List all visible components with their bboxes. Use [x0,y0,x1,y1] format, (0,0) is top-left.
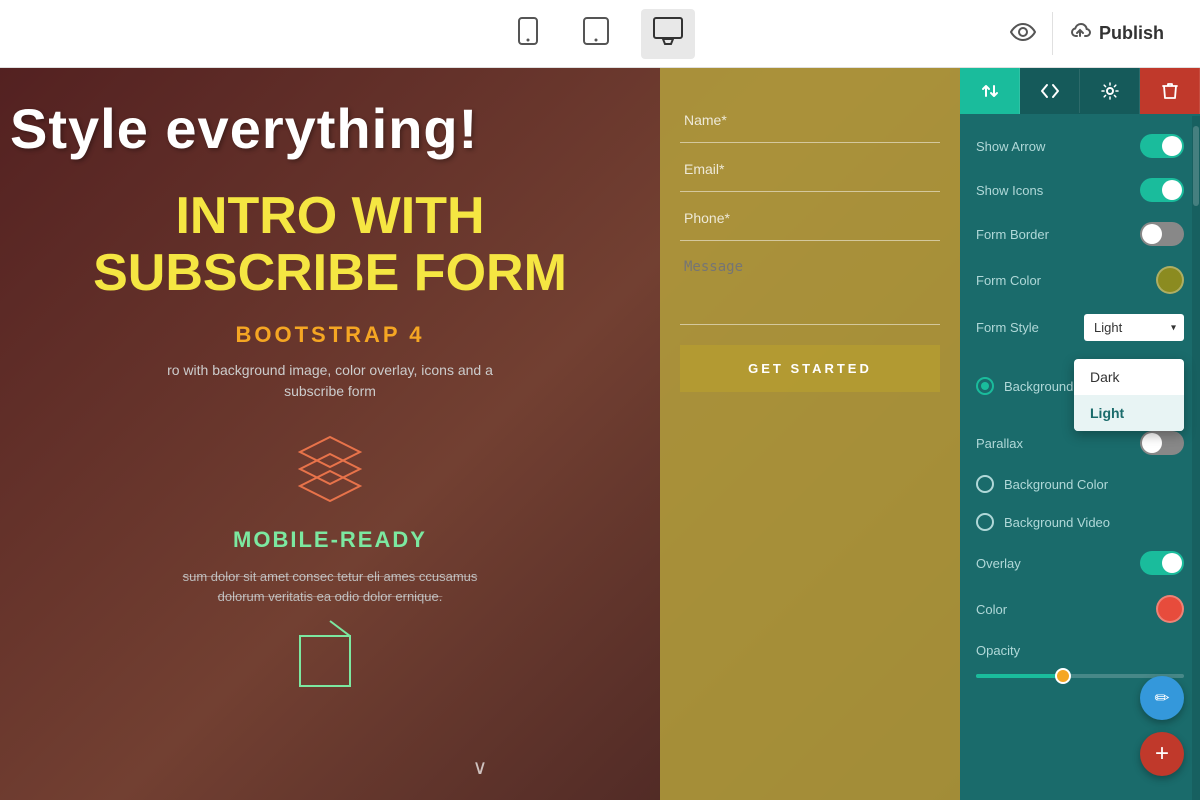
email-field[interactable] [680,147,940,192]
opacity-label-row: Opacity [960,633,1200,668]
canvas-title-text: INTRO WITH SUBSCRIBE FORM [93,188,567,302]
background-color-radio[interactable] [976,475,994,493]
form-color-label: Form Color [976,273,1041,288]
form-style-select-wrapper: Light Dark ▾ [1084,314,1184,341]
tablet-device-btn[interactable] [571,9,621,59]
form-style-row: Form Style Light Dark ▾ Dark Light [960,304,1200,351]
edit-fab-button[interactable]: ✏ [1140,676,1184,720]
submit-button[interactable]: GET STARTED [680,345,940,392]
canvas-left: INTRO WITH SUBSCRIBE FORM BOOTSTRAP 4 ro… [0,68,660,800]
main-area: Style everything! INTRO WITH SUBSCRIBE F… [0,68,1200,800]
dropdown-option-dark[interactable]: Dark [1074,359,1184,395]
form-style-label: Form Style [976,320,1039,335]
show-arrow-row: Show Arrow [960,124,1200,168]
canvas-title: INTRO WITH SUBSCRIBE FORM [93,188,567,322]
background-video-row: Background Video [960,503,1200,541]
form-border-toggle[interactable] [1140,222,1184,246]
opacity-label: Opacity [976,643,1020,658]
slider-fill [976,674,1059,678]
style-everything-heading: Style everything! [10,96,710,161]
add-fab-button[interactable]: + [1140,732,1184,776]
publish-cloud-icon [1069,22,1091,45]
mobile-device-btn[interactable] [505,9,551,59]
color-row: Color [960,585,1200,633]
form-color-swatch[interactable] [1156,266,1184,294]
sidebar-toolbar [960,68,1200,114]
scroll-indicator: ∨ [473,755,488,780]
subscribe-form: GET STARTED [660,68,960,800]
overlay-toggle[interactable] [1140,551,1184,575]
color-label: Color [976,602,1007,617]
sidebar-scrollbar-thumb [1193,126,1199,206]
show-icons-label: Show Icons [976,183,1043,198]
preview-btn[interactable] [1010,21,1036,47]
topbar-right: Publish [695,12,1180,55]
overlay-row: Overlay [960,541,1200,585]
box-outline-icon [290,616,370,701]
form-border-label: Form Border [976,227,1049,242]
dropdown-option-light[interactable]: Light [1074,395,1184,431]
publish-button[interactable]: Publish [1052,12,1180,55]
canvas-subtitle: BOOTSTRAP 4 [235,322,424,348]
parallax-toggle[interactable] [1140,431,1184,455]
desktop-device-btn[interactable] [641,9,695,59]
show-icons-row: Show Icons [960,168,1200,212]
canvas-content: INTRO WITH SUBSCRIBE FORM BOOTSTRAP 4 ro… [0,68,960,800]
show-arrow-toggle[interactable] [1140,134,1184,158]
background-color-label: Background Color [1004,477,1108,492]
topbar: Publish [0,0,1200,68]
show-arrow-label: Show Arrow [976,139,1045,154]
device-switcher [505,9,695,59]
layers-icon [290,432,370,507]
background-video-label: Background Video [1004,515,1110,530]
phone-field[interactable] [680,196,940,241]
sort-tool-btn[interactable] [960,68,1020,114]
background-video-radio[interactable] [976,513,994,531]
form-style-dropdown: Dark Light [1074,359,1184,431]
form-color-row: Form Color [960,256,1200,304]
sidebar-panel: Show Arrow Show Icons Form Border Form C… [960,68,1200,800]
form-border-row: Form Border [960,212,1200,256]
publish-label: Publish [1099,23,1164,44]
background-color-row: Background Color [960,465,1200,503]
background-radio[interactable] [976,377,994,395]
slider-thumb[interactable] [1055,668,1071,684]
name-field[interactable] [680,98,940,143]
canvas-desc: ro with background image, color overlay,… [160,360,500,402]
color-swatch[interactable] [1156,595,1184,623]
parallax-label: Parallax [976,436,1023,451]
canvas: Style everything! INTRO WITH SUBSCRIBE F… [0,68,960,800]
background-label: Background [1004,379,1073,394]
overlay-label: Overlay [976,556,1021,571]
lorem-text: sum dolor sit amet consec tetur eli ames… [160,567,500,606]
sidebar-scrollbar[interactable] [1192,116,1200,800]
settings-tool-btn[interactable] [1080,68,1140,114]
form-style-select[interactable]: Light Dark [1084,314,1184,341]
mobile-ready-text: MOBILE-READY [233,527,427,553]
message-field[interactable] [680,245,940,325]
delete-tool-btn[interactable] [1140,68,1200,114]
code-tool-btn[interactable] [1020,69,1080,113]
show-icons-toggle[interactable] [1140,178,1184,202]
